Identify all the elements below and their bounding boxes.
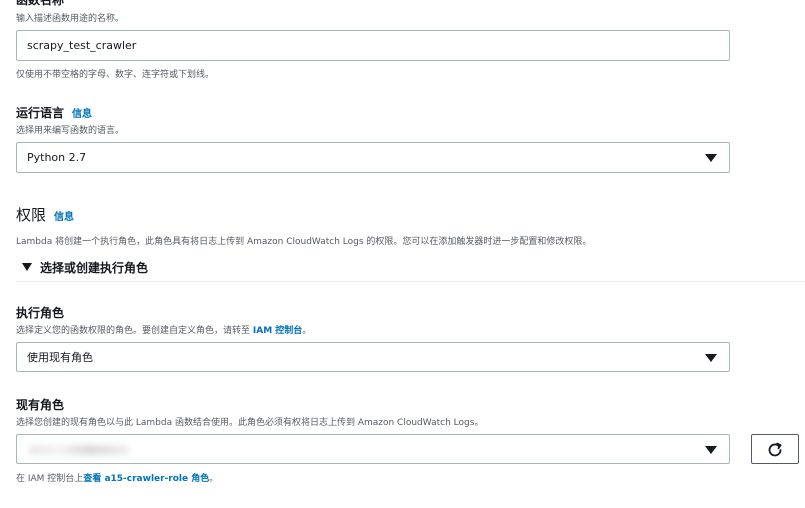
role-section-toggle[interactable]: 选择或创建执行角色 <box>22 259 148 276</box>
existing-role-label: 现有角色 <box>16 398 65 412</box>
section-divider <box>16 281 805 282</box>
existing-role-footer: 在 IAM 控制台上查看 a15-crawler-role 角色。 <box>16 471 218 484</box>
function-name-hint: 输入描述函数用途的名称。 <box>16 14 125 24</box>
lambda-create-function-form: 函数名称 输入描述函数用途的名称。 scrapy_test_crawler 仅使… <box>0 0 805 508</box>
existing-role-hint: 选择您创建的现有角色以与此 Lambda 函数结合使用。此角色必须有权将日志上传… <box>16 418 484 428</box>
permissions-title: 权限 <box>16 206 47 224</box>
permissions-description: Lambda 将创建一个执行角色，此角色具有将日志上传到 Amazon Clou… <box>16 237 592 247</box>
caret-down-icon <box>705 446 717 454</box>
view-role-link[interactable]: 查看 a15-crawler-role 角色 <box>83 474 209 484</box>
execution-role-hint: 选择定义您的函数权限的角色。要创建自定义角色，请转至 IAM 控制台。 <box>16 323 311 336</box>
function-name-constraint: 仅使用不带空格的字母、数字、连字符或下划线。 <box>16 70 215 80</box>
function-name-label: 函数名称 <box>16 0 65 7</box>
runtime-label: 运行语言 <box>16 106 65 120</box>
existing-role-footer-suffix: 。 <box>209 474 219 484</box>
execution-role-label: 执行角色 <box>16 306 65 320</box>
runtime-info-link[interactable]: 信息 <box>72 109 92 120</box>
runtime-hint: 选择用来编写函数的语言。 <box>16 126 125 136</box>
runtime-select[interactable]: Python 2.7 <box>16 142 730 173</box>
existing-role-select[interactable] <box>16 434 730 464</box>
execution-role-hint-suffix: 。 <box>302 326 312 336</box>
redacted-role-value <box>29 445 129 455</box>
refresh-icon <box>768 442 782 457</box>
runtime-selected-value: Python 2.7 <box>27 151 87 164</box>
caret-down-icon <box>705 154 717 162</box>
runtime-label-row: 运行语言 信息 <box>16 104 92 121</box>
execution-role-selected-value: 使用现有角色 <box>27 351 93 364</box>
refresh-roles-button[interactable] <box>751 434 799 464</box>
execution-role-select[interactable]: 使用现有角色 <box>16 342 730 372</box>
caret-down-icon <box>22 263 32 271</box>
permissions-header: 权限 信息 <box>16 204 74 225</box>
role-section-toggle-label: 选择或创建执行角色 <box>40 261 149 275</box>
iam-console-link[interactable]: IAM 控制台 <box>253 326 302 336</box>
execution-role-hint-text: 选择定义您的函数权限的角色。要创建自定义角色，请转至 <box>16 326 253 336</box>
permissions-info-link[interactable]: 信息 <box>54 212 74 223</box>
caret-down-icon <box>705 354 717 362</box>
existing-role-footer-text: 在 IAM 控制台上 <box>16 474 84 484</box>
function-name-input[interactable]: scrapy_test_crawler <box>16 30 730 61</box>
